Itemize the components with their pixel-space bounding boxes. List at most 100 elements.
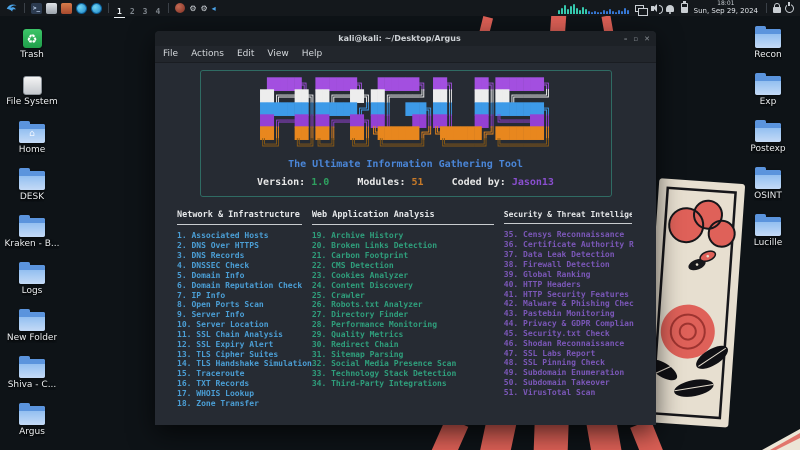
module-item[interactable]: 16. TXT Records (177, 379, 312, 389)
module-item[interactable]: 6. Domain Reputation Check (177, 281, 312, 291)
module-item[interactable]: 39. Global Ranking (504, 270, 634, 280)
desktop-icon-postexp[interactable]: Postexp (737, 119, 799, 166)
module-item[interactable]: 35. Censys Reconnaissance (504, 230, 634, 240)
module-item[interactable]: 11. SSL Chain Analysis (177, 330, 312, 340)
module-item[interactable]: 15. Traceroute (177, 369, 312, 379)
workspace-2[interactable]: 2 (127, 6, 138, 17)
module-item[interactable]: 32. Social Media Presence Scan (312, 359, 504, 369)
editor-launcher-icon[interactable] (61, 3, 72, 14)
menu-file[interactable]: File (163, 49, 178, 59)
desktop-icon-label: Trash (20, 50, 44, 60)
module-item[interactable]: 26. Robots.txt Analyzer (312, 300, 504, 310)
minimize-button[interactable]: – (624, 35, 628, 43)
module-item[interactable]: 30. Redirect Chain (312, 340, 504, 350)
module-item[interactable]: 1. Associated Hosts (177, 231, 312, 241)
module-item[interactable]: 44. Privacy & GDPR Complian… (504, 319, 634, 329)
tray-tool-icon-1[interactable]: ⚙ (189, 4, 196, 13)
workspace-1[interactable]: 1 (114, 6, 125, 18)
app-launcher-icon-1[interactable] (76, 3, 87, 14)
module-item[interactable]: 18. Zone Transfer (177, 399, 312, 409)
module-item[interactable]: 47. SSL Labs Report (504, 349, 634, 359)
tray-tool-icon-2[interactable]: ⚙ (200, 4, 207, 13)
module-item[interactable]: 38. Firewall Detection (504, 260, 634, 270)
menu-view[interactable]: View (267, 49, 288, 59)
module-item[interactable]: 37. Data Leak Detection (504, 250, 634, 260)
module-item[interactable]: 23. Cookies Analyzer (312, 271, 504, 281)
terminal-launcher-icon[interactable]: >_ (31, 3, 42, 14)
module-item[interactable]: 40. HTTP Headers (504, 280, 634, 290)
workspace-switcher: 1234 (113, 0, 164, 18)
module-item[interactable]: 41. HTTP Security Features (504, 290, 634, 300)
module-item[interactable]: 43. Pastebin Monitoring (504, 309, 634, 319)
module-item[interactable]: 9. Server Info (177, 310, 312, 320)
module-item[interactable]: 10. Server Location (177, 320, 312, 330)
desktop-icon-exp[interactable]: Exp (737, 72, 799, 119)
desktop-icon-trash[interactable]: ♻Trash (1, 26, 63, 73)
workspace-3[interactable]: 3 (140, 6, 151, 17)
terminal-content[interactable]: █████╗ ██████╗ ██████╗ ██╗ ██╗███████╗██… (155, 63, 656, 409)
menu-help[interactable]: Help (302, 49, 323, 59)
menu-actions[interactable]: Actions (191, 49, 224, 59)
desktop-icon-argus[interactable]: Argus (1, 402, 63, 449)
module-item[interactable]: 14. TLS Handshake Simulation (177, 359, 312, 369)
app-indicator-icon[interactable] (175, 3, 185, 13)
module-item[interactable]: 36. Certificate Authority R… (504, 240, 634, 250)
menu-edit[interactable]: Edit (237, 49, 254, 59)
desktop-icon-home[interactable]: ⌂Home (1, 120, 63, 167)
module-item[interactable]: 46. Shodan Reconnaissance (504, 339, 634, 349)
module-item[interactable]: 19. Archive History (312, 231, 504, 241)
desktop-icon-desk[interactable]: DESK (1, 167, 63, 214)
power-icon[interactable] (785, 4, 794, 13)
lock-screen-icon[interactable] (773, 7, 781, 13)
module-item[interactable]: 27. Directory Finder (312, 310, 504, 320)
module-item[interactable]: 28. Performance Monitoring (312, 320, 504, 330)
module-item[interactable]: 45. Security.txt Check (504, 329, 634, 339)
module-item[interactable]: 50. Subdomain Takeover (504, 378, 634, 388)
module-item[interactable]: 22. CMS Detection (312, 261, 504, 271)
module-item[interactable]: 42. Malware & Phishing Check (504, 299, 634, 309)
network-icon[interactable] (635, 5, 644, 12)
module-item[interactable]: 20. Broken Links Detection (312, 241, 504, 251)
module-item[interactable]: 34. Third-Party Integrations (312, 379, 504, 389)
terminal-window[interactable]: –▫✕ kali@kali: ~/Desktop/Argus – ▫ ✕ Fil… (155, 31, 656, 425)
module-item[interactable]: 3. DNS Records (177, 251, 312, 261)
module-item[interactable]: 49. Subdomain Enumeration (504, 368, 634, 378)
tray-arrow-icon[interactable]: ◂ (212, 4, 216, 13)
desktop-icon-lucille[interactable]: Lucille (737, 213, 799, 260)
module-item[interactable]: 48. SSL Pinning Check (504, 358, 634, 368)
desktop-icon-osint[interactable]: OSINT (737, 166, 799, 213)
module-item[interactable]: 2. DNS Over HTTPS (177, 241, 312, 251)
module-item[interactable]: 33. Technology Stack Detection (312, 369, 504, 379)
module-item[interactable]: 31. Sitemap Parsing (312, 350, 504, 360)
module-item[interactable]: 25. Crawler (312, 291, 504, 301)
module-item[interactable]: 17. WHOIS Lookup (177, 389, 312, 399)
desktop-icon-logs[interactable]: Logs (1, 261, 63, 308)
module-item[interactable]: 7. IP Info (177, 291, 312, 301)
module-item[interactable]: 5. Domain Info (177, 271, 312, 281)
battery-icon[interactable] (681, 3, 688, 13)
visualizer-bar (567, 9, 569, 14)
module-item[interactable]: 51. VirusTotal Scan (504, 388, 634, 398)
volume-icon[interactable] (651, 6, 654, 11)
desktop-icon-kraken-b[interactable]: Kraken - B... (1, 214, 63, 261)
module-item[interactable]: 24. Content Discovery (312, 281, 504, 291)
module-item[interactable]: 8. Open Ports Scan (177, 300, 312, 310)
desktop-icon-recon[interactable]: Recon (737, 25, 799, 72)
module-item[interactable]: 4. DNSSEC Check (177, 261, 312, 271)
close-button[interactable]: ✕ (644, 35, 650, 43)
terminal-titlebar[interactable]: –▫✕ kali@kali: ~/Desktop/Argus – ▫ ✕ (155, 31, 656, 46)
desktop-icon-shiva-c[interactable]: Shiva - C... (1, 355, 63, 402)
kali-menu-icon[interactable] (6, 2, 18, 14)
module-item[interactable]: 13. TLS Cipher Suites (177, 350, 312, 360)
file-manager-launcher-icon[interactable] (46, 3, 57, 14)
desktop-icon-new-folder[interactable]: New Folder (1, 308, 63, 355)
app-launcher-icon-2[interactable] (91, 3, 102, 14)
notifications-bell-icon[interactable] (666, 5, 674, 12)
module-item[interactable]: 21. Carbon Footprint (312, 251, 504, 261)
clock[interactable]: 18:01 Sun, Sep 29, 2024 (694, 1, 758, 15)
maximize-button[interactable]: ▫ (633, 35, 638, 43)
module-item[interactable]: 12. SSL Expiry Alert (177, 340, 312, 350)
workspace-4[interactable]: 4 (152, 6, 163, 17)
desktop-icon-file-system[interactable]: File System (1, 73, 63, 120)
module-item[interactable]: 29. Quality Metrics (312, 330, 504, 340)
